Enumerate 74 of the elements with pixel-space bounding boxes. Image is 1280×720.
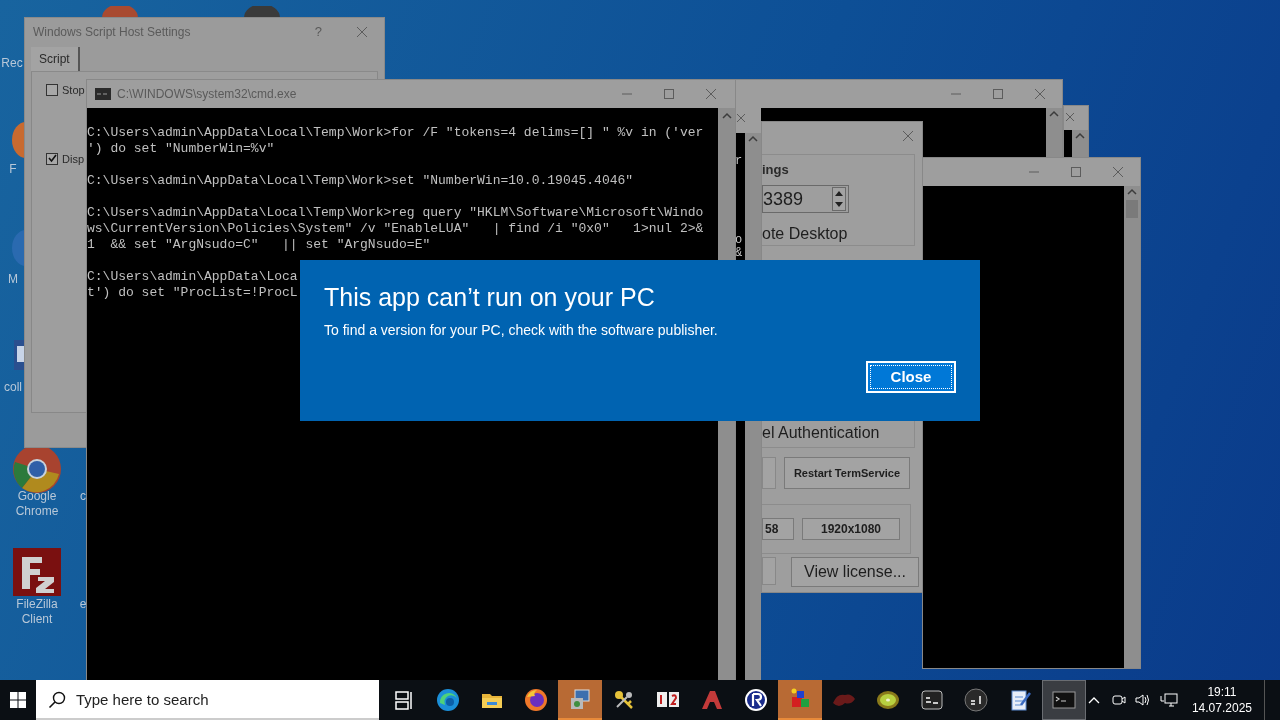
checkbox[interactable]: [46, 152, 58, 165]
r-circle-icon[interactable]: [742, 687, 769, 713]
network-icon[interactable]: [1159, 692, 1178, 708]
help-button[interactable]: ?: [314, 22, 322, 42]
close-icon[interactable]: [705, 88, 717, 100]
resolution-button[interactable]: 58: [762, 518, 794, 540]
windows-logo-icon: [9, 692, 26, 708]
close-icon[interactable]: [1112, 166, 1124, 178]
maximize-icon[interactable]: [1070, 166, 1082, 178]
maximize-icon[interactable]: [663, 88, 675, 100]
spinner-icon[interactable]: [832, 187, 846, 211]
desktop-icon-label[interactable]: coll: [0, 380, 26, 395]
console-line: ') do set "NumberWin=%v": [87, 141, 275, 157]
speaker-icon[interactable]: [1133, 692, 1152, 708]
search-field[interactable]: Type here to search: [35, 680, 379, 720]
desktop-icon-label[interactable]: FileZilla Client: [4, 597, 70, 627]
port-field[interactable]: 3389: [762, 185, 849, 213]
clock-time[interactable]: 19:11: [1207, 684, 1237, 700]
close-icon[interactable]: [1034, 88, 1046, 100]
scroll-up-icon[interactable]: [1127, 188, 1137, 196]
desktop-icon-label[interactable]: e: [78, 597, 88, 612]
console-line: C:\Users\admin\AppData\Local\Temp\Work>for /F "tokens=4 delims=[] " %v in ('ver: [87, 125, 704, 141]
console-line: 1 && set "ArgNsudo=C" || set "ArgNsudo=E": [87, 237, 431, 253]
taskbar-button[interactable]: [777, 680, 822, 720]
close-icon[interactable]: [902, 130, 914, 142]
console-screen: [1064, 130, 1072, 158]
checkbox[interactable]: [46, 84, 58, 97]
scrollbar[interactable]: [1072, 130, 1088, 158]
window-title: C:\WINDOWS\system32\cmd.exe: [117, 86, 297, 103]
tab[interactable]: Script: [31, 47, 80, 71]
console-line: t') do set "ProcList=!ProcL: [87, 285, 298, 301]
console-text: r: [735, 155, 743, 168]
scroll-up-icon[interactable]: [721, 112, 732, 120]
search-icon: [47, 691, 66, 709]
firefox-icon[interactable]: [522, 687, 549, 713]
maximize-icon[interactable]: [992, 88, 1004, 100]
checkbox-label: Stop: [62, 83, 85, 98]
dialog-message: To find a version for your PC, check with the software publisher.: [324, 321, 719, 340]
desktop-icon-label[interactable]: Rec: [0, 56, 24, 71]
avatar-icon[interactable]: [242, 6, 282, 18]
close-button[interactable]: Close: [866, 361, 956, 393]
desktop-icon-label[interactable]: F: [0, 162, 26, 177]
scroll-up-icon[interactable]: [748, 135, 758, 143]
resolution-button[interactable]: 1920x1080: [802, 518, 900, 540]
terminal-icon[interactable]: [962, 687, 989, 713]
group-title: ings: [762, 161, 789, 179]
restart-button[interactable]: Restart TermService: [784, 457, 910, 489]
console-line: C:\Users\admin\AppData\Loca: [87, 269, 298, 285]
window-title: Windows Script Host Settings: [33, 24, 191, 41]
view-license-button[interactable]: View license...: [791, 557, 919, 587]
desktop-icon-label[interactable]: Google Chrome: [4, 489, 70, 519]
checkbox-label: Disp: [62, 151, 84, 167]
command-prompt-icon: [95, 88, 111, 100]
clock-date[interactable]: 14.07.2025: [1191, 700, 1252, 716]
scroll-up-icon[interactable]: [1075, 132, 1085, 140]
check-icon: [47, 154, 57, 164]
edge-icon[interactable]: [434, 687, 461, 713]
desktop-icon-label[interactable]: M: [0, 272, 26, 287]
option-label: el Authentication: [762, 423, 880, 443]
console-line: C:\Users\admin\AppData\Local\Temp\Work>reg query "HKLM\Software\Microsoft\Windo: [87, 205, 704, 221]
close-icon[interactable]: [356, 26, 368, 38]
dialog-title: This app can’t run on your PC: [324, 282, 656, 312]
close-icon[interactable]: [737, 113, 745, 125]
filezilla-icon[interactable]: [12, 547, 62, 597]
close-icon[interactable]: [1066, 112, 1074, 124]
taskbar-button[interactable]: [557, 680, 602, 720]
option-label: ote Desktop: [762, 224, 848, 244]
console-icon[interactable]: [918, 687, 945, 713]
scroll-up-icon[interactable]: [1049, 110, 1059, 118]
camera-icon[interactable]: [1109, 692, 1126, 708]
console-line: ws\CurrentVersion\Policies\System" /v "EnableLUA" | find /i "0x0" 1>nul 2>&: [87, 221, 704, 237]
console-text: o: [735, 234, 743, 247]
console-line: C:\Users\admin\AppData\Local\Temp\Work>set "NumberWin=10.0.19045.4046": [87, 173, 634, 189]
desktop-icon-label[interactable]: c: [78, 489, 88, 504]
